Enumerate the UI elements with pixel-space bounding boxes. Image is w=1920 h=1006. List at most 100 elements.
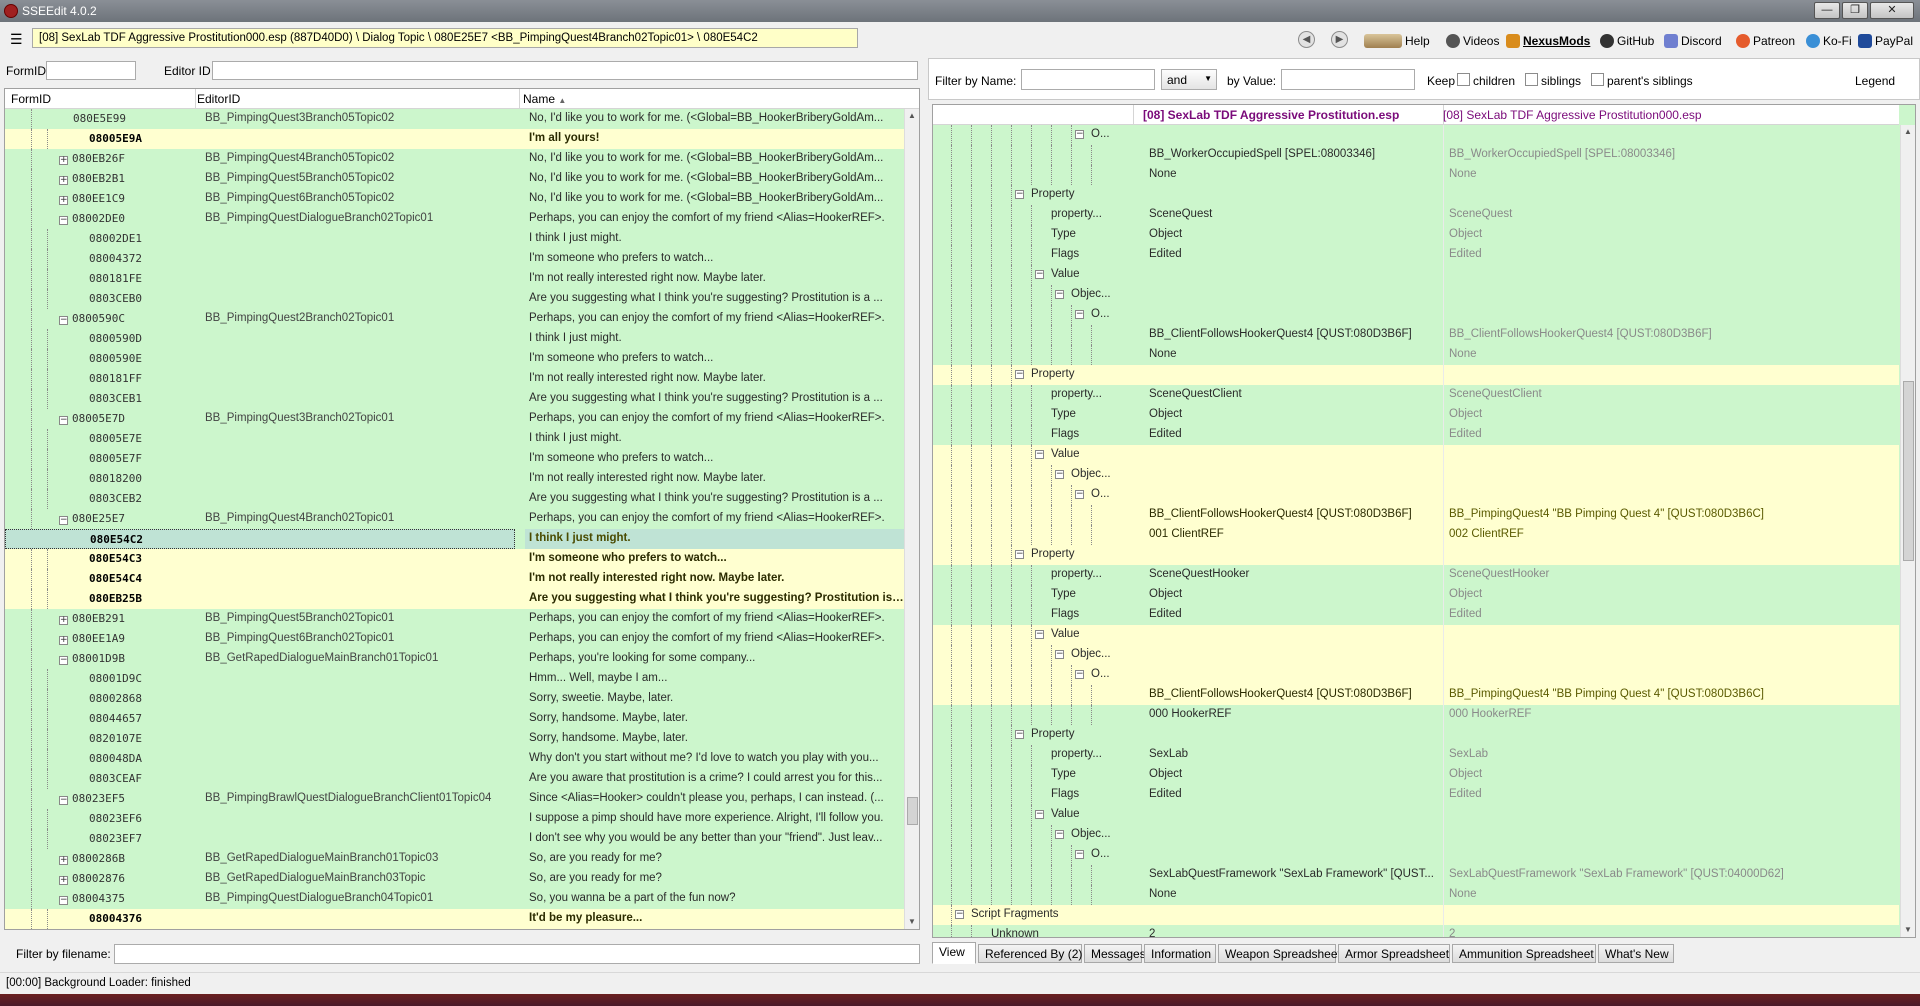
record-field-row[interactable]: None None — [933, 885, 1899, 905]
tab-information[interactable]: Information — [1144, 944, 1216, 963]
record-field-row[interactable]: Type Object Object — [933, 405, 1899, 425]
children-checkbox[interactable] — [1457, 73, 1470, 86]
record-field-row[interactable]: − Value — [933, 625, 1899, 645]
record-field-row[interactable]: None None — [933, 345, 1899, 365]
override-value[interactable]: Edited — [1449, 608, 1893, 620]
override-value[interactable]: Object — [1449, 408, 1893, 420]
collapse-icon[interactable]: − — [1075, 130, 1084, 139]
record-field-row[interactable]: Flags Edited Edited — [933, 605, 1899, 625]
scroll-thumb[interactable] — [907, 797, 918, 825]
override-value[interactable]: 2 — [1449, 928, 1893, 937]
record-field-row[interactable]: 001 ClientREF 002 ClientREF — [933, 525, 1899, 545]
tree-row[interactable]: 0800590E I'm someone who prefers to watch… — [5, 349, 905, 369]
expand-icon[interactable]: + — [59, 156, 68, 165]
tab-ammunition-spreadsheet[interactable]: Ammunition Spreadsheet — [1452, 944, 1596, 963]
record-field-row[interactable]: Flags Edited Edited — [933, 785, 1899, 805]
tab-what-s-new[interactable]: What's New — [1598, 944, 1674, 963]
record-field-row[interactable]: − O... — [933, 665, 1899, 685]
collapse-icon[interactable]: − — [59, 216, 68, 225]
record-field-row[interactable]: − Objec... — [933, 465, 1899, 485]
col-header-editorid[interactable]: EditorID — [197, 92, 240, 106]
scroll-down-icon[interactable]: ▼ — [1904, 925, 1912, 934]
expand-icon[interactable]: + — [59, 876, 68, 885]
collapse-icon[interactable]: − — [1015, 550, 1024, 559]
override-value[interactable]: BB_ClientFollowsHookerQuest4 [QUST:080D3… — [1449, 328, 1893, 340]
record-field-row[interactable]: property... SceneQuestHooker SceneQuestHoo… — [933, 565, 1899, 585]
collapse-icon[interactable]: − — [1075, 490, 1084, 499]
nexusmods-link[interactable]: NexusMods — [1506, 34, 1590, 48]
override-value[interactable]: 002 ClientREF — [1449, 528, 1893, 540]
tree-row[interactable]: 080048DA Why don't you start without me? … — [5, 749, 905, 769]
tree-row[interactable]: +080EB291 BB_PimpingQuest5Branch02Topic01… — [5, 609, 905, 629]
record-tree[interactable]: FormID EditorID Name ▲ 080E5E99 BB_Pimpin… — [4, 88, 920, 930]
tree-row[interactable]: 080E54C3 I'm someone who prefers to watch… — [5, 549, 905, 569]
expand-icon[interactable]: + — [59, 176, 68, 185]
tree-row[interactable]: 08002DE1 I think I just might. — [5, 229, 905, 249]
record-field-row[interactable]: Flags Edited Edited — [933, 425, 1899, 445]
tree-row[interactable]: 0803CEAF Are you aware that prostitution … — [5, 769, 905, 789]
collapse-icon[interactable]: − — [1015, 190, 1024, 199]
override-value[interactable]: None — [1449, 348, 1893, 360]
tree-row[interactable]: 0803CEB0 Are you suggesting what I think … — [5, 289, 905, 309]
tree-row[interactable]: 080EB25B Are you suggesting what I think … — [5, 589, 905, 609]
record-field-row[interactable]: − Value — [933, 805, 1899, 825]
override-value[interactable]: SceneQuest — [1449, 208, 1893, 220]
collapse-icon[interactable]: − — [1055, 650, 1064, 659]
expand-icon[interactable]: + — [59, 856, 68, 865]
collapse-icon[interactable]: − — [1075, 670, 1084, 679]
record-field-row[interactable]: − Property — [933, 365, 1899, 385]
override-value[interactable]: Object — [1449, 768, 1893, 780]
record-field-row[interactable]: − O... — [933, 125, 1899, 145]
col-header-override-file[interactable]: [08] SexLab TDF Aggressive Prostitution0… — [1443, 108, 1702, 122]
collapse-icon[interactable]: − — [59, 316, 68, 325]
tree-row[interactable]: 080181FE I'm not really interested right … — [5, 269, 905, 289]
record-field-row[interactable]: None None — [933, 165, 1899, 185]
record-view-scrollbar[interactable]: ▲ ▼ — [1900, 125, 1915, 937]
collapse-icon[interactable]: − — [1035, 450, 1044, 459]
tree-row[interactable]: 080181FF I'm not really interested right … — [5, 369, 905, 389]
scroll-up-icon[interactable]: ▲ — [908, 111, 916, 120]
tree-row[interactable]: 08002868 Sorry, sweetie. Maybe, later. — [5, 689, 905, 709]
tree-row[interactable]: 08023EF7 I don't see why you would be any… — [5, 829, 905, 849]
collapse-icon[interactable]: − — [955, 910, 964, 919]
tree-row[interactable]: 0803CEB2 Are you suggesting what I think … — [5, 489, 905, 509]
legend-button[interactable]: Legend — [1855, 74, 1895, 88]
record-field-row[interactable]: − O... — [933, 845, 1899, 865]
col-header-master-file[interactable]: [08] SexLab TDF Aggressive Prostitution.… — [1143, 108, 1399, 122]
record-field-row[interactable]: Type Object Object — [933, 585, 1899, 605]
tree-row[interactable]: 0803CEB1 Are you suggesting what I think … — [5, 389, 905, 409]
tree-row[interactable]: 0800590D I think I just might. — [5, 329, 905, 349]
col-header-name[interactable]: Name ▲ — [523, 92, 566, 106]
record-field-row[interactable]: − O... — [933, 305, 1899, 325]
editorid-input[interactable] — [212, 61, 918, 80]
override-value[interactable]: Object — [1449, 228, 1893, 240]
override-value[interactable]: Object — [1449, 588, 1893, 600]
tree-row[interactable]: +08002876 BB_GetRapedDialogueMainBranch03… — [5, 869, 905, 889]
record-field-row[interactable]: Type Object Object — [933, 225, 1899, 245]
github-link[interactable]: GitHub — [1600, 34, 1654, 48]
override-value[interactable]: BB_PimpingQuest4 "BB Pimping Quest 4" [Q… — [1449, 688, 1893, 700]
record-field-row[interactable]: − Objec... — [933, 825, 1899, 845]
tab-referenced-by-2[interactable]: Referenced By (2) — [978, 944, 1082, 963]
collapse-icon[interactable]: − — [1035, 810, 1044, 819]
minimize-button[interactable]: — — [1814, 2, 1840, 19]
tree-row[interactable]: 08018200 I'm not really interested right … — [5, 469, 905, 489]
tree-row[interactable]: 08004372 I'm someone who prefers to watch… — [5, 249, 905, 269]
tree-row[interactable]: −08004375 BB_PimpingQuestDialogueBranch04… — [5, 889, 905, 909]
expand-icon[interactable]: + — [59, 636, 68, 645]
record-field-row[interactable]: BB_WorkerOccupiedSpell [SPEL:08003346] BB… — [933, 145, 1899, 165]
record-field-row[interactable]: property... SceneQuest SceneQuest — [933, 205, 1899, 225]
record-field-row[interactable]: 000 HookerREF 000 HookerREF — [933, 705, 1899, 725]
tree-row[interactable]: −08002DE0 BB_PimpingQuestDialogueBranch02… — [5, 209, 905, 229]
scroll-down-icon[interactable]: ▼ — [908, 917, 916, 926]
override-value[interactable]: SexLab — [1449, 748, 1893, 760]
formid-input[interactable] — [46, 61, 136, 80]
menu-icon[interactable]: ☰ — [10, 32, 23, 46]
collapse-icon[interactable]: − — [1075, 850, 1084, 859]
override-value[interactable]: SexLabQuestFramework "SexLab Framework" … — [1449, 868, 1893, 880]
parents-siblings-checkbox[interactable] — [1591, 73, 1604, 86]
videos-link[interactable]: Videos — [1446, 34, 1499, 48]
record-field-row[interactable]: Type Object Object — [933, 765, 1899, 785]
record-field-row[interactable]: SexLabQuestFramework "SexLab Framework" … — [933, 865, 1899, 885]
collapse-icon[interactable]: − — [1075, 310, 1084, 319]
